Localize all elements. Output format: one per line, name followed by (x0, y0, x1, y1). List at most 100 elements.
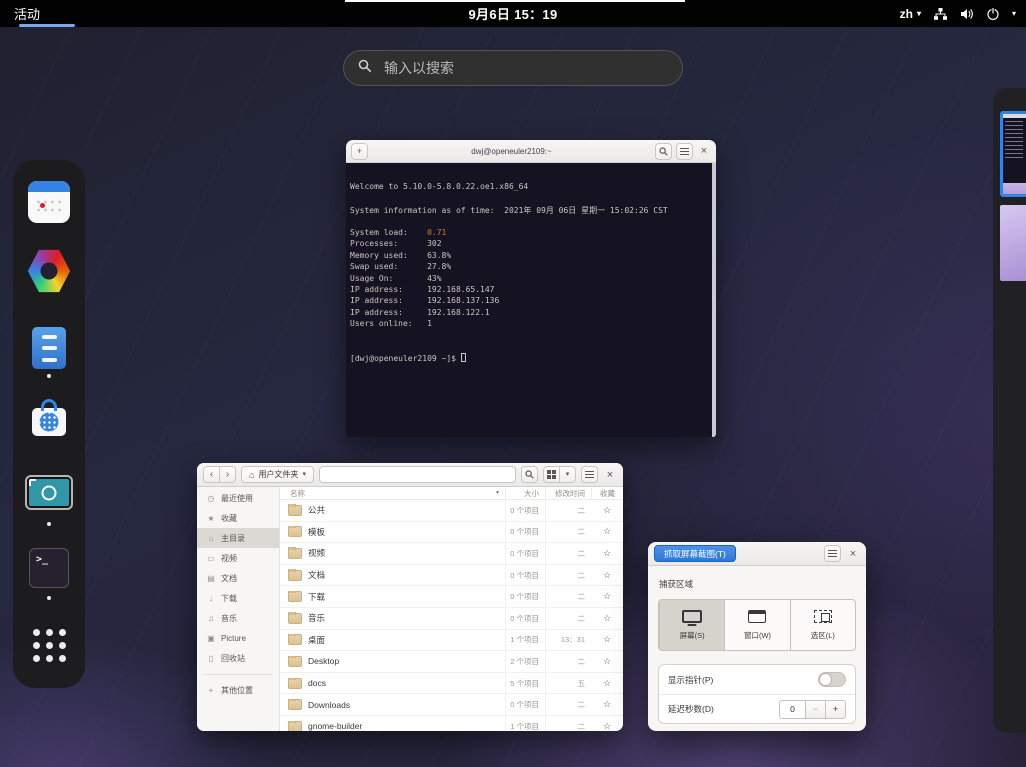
network-wired-icon (934, 8, 947, 20)
delay-spinbox: 0 − + (779, 700, 846, 719)
star-icon[interactable]: ☆ (591, 570, 623, 581)
chevron-down-icon: ▾ (917, 10, 921, 18)
dock-item-screenshot[interactable] (13, 475, 85, 510)
star-icon[interactable]: ☆ (591, 548, 623, 559)
file-row[interactable]: 下载 0 个项目 二 ☆ (280, 586, 623, 608)
file-row[interactable]: 模板 0 个项目 二 ☆ (280, 522, 623, 544)
column-header-modified[interactable]: 修改时间 (545, 487, 591, 499)
file-row[interactable]: 桌面 1 个项目 13：31 ☆ (280, 630, 623, 652)
file-row[interactable]: docs 5 个项目 五 ☆ (280, 673, 623, 695)
column-header-starred[interactable]: 收藏 (591, 487, 623, 499)
workspace-thumbnail-2[interactable] (1000, 205, 1026, 281)
delay-value[interactable]: 0 (779, 700, 806, 719)
files-sidebar-item[interactable]: ♫ 音乐 (197, 608, 279, 628)
file-item-count: 2 个项目 (505, 651, 545, 672)
workspace-thumbnail-active[interactable] (1000, 111, 1026, 197)
capture-mode-button[interactable]: 屏幕(S) (659, 600, 724, 650)
terminal-scrollbar[interactable] (712, 163, 716, 437)
file-row[interactable]: 音乐 0 个项目 二 ☆ (280, 608, 623, 630)
files-menu-button[interactable] (581, 466, 598, 483)
file-modified: 二 (545, 716, 591, 731)
screenshot-close-button[interactable]: × (846, 548, 860, 560)
files-sidebar-item[interactable]: ↓ 下载 (197, 588, 279, 608)
screenshot-dialog[interactable]: 抓取屏幕截图(T) × 捕获区域 屏幕(S) 窗口(W) (648, 542, 866, 731)
capture-mode-button[interactable]: 窗口(W) (724, 600, 789, 650)
file-row[interactable]: Desktop 2 个项目 二 ☆ (280, 651, 623, 673)
take-screenshot-button[interactable]: 抓取屏幕截图(T) (654, 545, 736, 562)
files-sidebar-item[interactable]: ⌂ 主目录 (197, 528, 279, 548)
show-pointer-toggle[interactable] (818, 672, 846, 687)
files-sidebar-item[interactable]: ▯ 回收站 (197, 648, 279, 668)
dock-item-software[interactable] (13, 398, 85, 438)
new-tab-button[interactable]: + (351, 143, 368, 160)
files-sidebar-item[interactable]: ▣ Picture (197, 628, 279, 648)
sidebar-place-label: Picture (221, 634, 246, 643)
terminal-window[interactable]: + dwj@openeuler2109:~ × Welcome to 5.10.… (346, 140, 716, 437)
column-header-name[interactable]: 名称 ▼ (280, 487, 505, 499)
terminal-prompt-line: [dwj@openeuler2109 ~]$ (350, 353, 712, 364)
file-modified: 二 (545, 543, 591, 564)
files-sidebar-item[interactable]: + 其他位置 (197, 680, 279, 700)
sidebar-place-label: 下载 (221, 593, 237, 604)
file-modified: 二 (545, 522, 591, 543)
terminal-stat-line: Usage On: 43% (350, 274, 712, 285)
view-options-button[interactable]: ▾ (559, 466, 576, 483)
files-search-button[interactable] (521, 466, 538, 483)
file-item-count: 1 个项目 (505, 630, 545, 651)
files-window[interactable]: ‹ › ⌂ 用户文件夹 ▾ ▾ × (197, 463, 623, 731)
file-row[interactable]: 公共 0 个项目 二 ☆ (280, 500, 623, 522)
star-icon[interactable]: ☆ (591, 634, 623, 645)
star-icon[interactable]: ☆ (591, 678, 623, 689)
delay-decrease-button[interactable]: − (805, 700, 826, 719)
star-icon[interactable]: ☆ (591, 656, 623, 667)
star-icon[interactable]: ☆ (591, 505, 623, 516)
files-sidebar-item[interactable]: ◷ 最近使用 (197, 488, 279, 508)
star-icon[interactable]: ☆ (591, 699, 623, 710)
files-close-button[interactable]: × (603, 469, 617, 481)
file-row[interactable]: gnome-builder 1 个项目 二 ☆ (280, 716, 623, 731)
location-label: 用户文件夹 (258, 469, 298, 480)
dock-item-terminal[interactable]: >_ (13, 548, 85, 588)
dock-item-photos[interactable] (13, 249, 85, 293)
terminal-search-button[interactable] (655, 143, 672, 160)
file-row[interactable]: Downloads 0 个项目 二 ☆ (280, 694, 623, 716)
star-icon[interactable]: ☆ (591, 613, 623, 624)
delay-label: 延迟秒数(D) (668, 703, 714, 715)
capture-mode-label: 窗口(W) (744, 630, 771, 641)
terminal-stat-line: System load: 0.71 (350, 228, 712, 239)
grid-view-button[interactable] (543, 466, 560, 483)
app-grid-icon (33, 629, 66, 662)
view-toggle-group: ▾ (543, 466, 576, 483)
forward-button[interactable]: › (219, 466, 236, 483)
folder-icon (288, 591, 302, 602)
files-sidebar-item[interactable]: ▭ 视频 (197, 548, 279, 568)
delay-increase-button[interactable]: + (825, 700, 846, 719)
search-input[interactable]: 输入以搜索 (343, 50, 683, 86)
terminal-close-button[interactable]: × (697, 145, 711, 157)
system-status-area[interactable]: zh ▾ ▾ (900, 0, 1016, 27)
dock-item-app-grid[interactable] (13, 626, 85, 662)
star-icon[interactable]: ☆ (591, 591, 623, 602)
dock-item-calendar[interactable] (13, 181, 85, 223)
star-icon[interactable]: ☆ (591, 526, 623, 537)
terminal-menu-button[interactable] (676, 143, 693, 160)
files-sidebar-item[interactable]: ★ 收藏 (197, 508, 279, 528)
location-dropdown[interactable]: ⌂ 用户文件夹 ▾ (241, 466, 314, 483)
input-language-menu[interactable]: zh ▾ (900, 7, 921, 21)
pathbar-field[interactable] (319, 466, 516, 483)
screenshot-menu-button[interactable] (824, 545, 841, 562)
sidebar-place-label: 主目录 (221, 533, 245, 544)
column-header-size[interactable]: 大小 (505, 487, 545, 499)
capture-mode-button[interactable]: 选区(L) (790, 600, 855, 650)
files-headerbar: ‹ › ⌂ 用户文件夹 ▾ ▾ × (197, 463, 623, 487)
file-row[interactable]: 文档 0 个项目 二 ☆ (280, 565, 623, 587)
top-bar: 活动 9月6日 15：19 zh ▾ ▾ (0, 0, 1026, 27)
star-icon[interactable]: ☆ (591, 721, 623, 731)
file-row[interactable]: 视频 0 个项目 二 ☆ (280, 543, 623, 565)
files-sidebar-item[interactable]: ▤ 文档 (197, 568, 279, 588)
back-button[interactable]: ‹ (203, 466, 220, 483)
clock-button[interactable]: 9月6日 15：19 (0, 0, 1026, 27)
dock-item-files[interactable] (13, 327, 85, 369)
terminal-output[interactable]: Welcome to 5.10.0-5.8.0.22.oe1.x86_64 Sy… (346, 163, 712, 437)
sidebar-place-icon: ★ (206, 514, 216, 523)
